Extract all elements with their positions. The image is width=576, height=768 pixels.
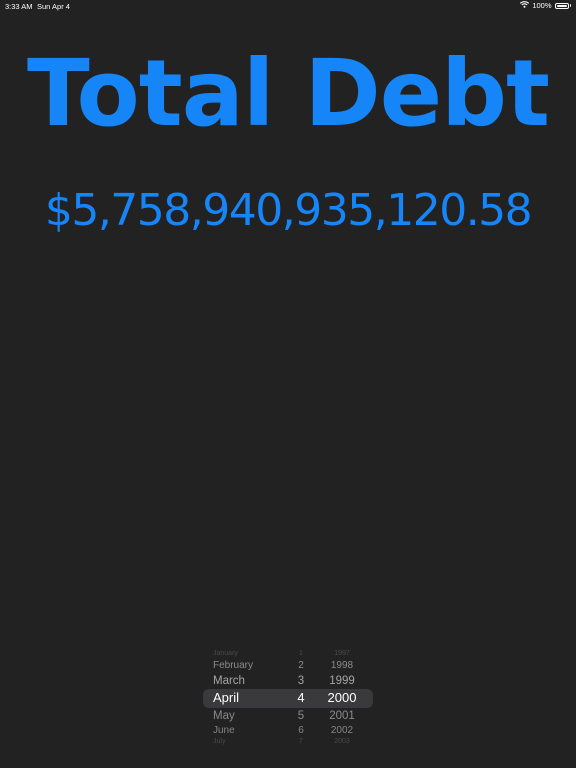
picker-month[interactable]: February xyxy=(213,660,253,672)
picker-day[interactable]: 2 xyxy=(295,660,307,672)
picker-day[interactable]: 6 xyxy=(295,725,307,737)
status-right: 100% xyxy=(520,1,571,10)
picker-year[interactable]: 1998 xyxy=(323,660,361,672)
picker-year[interactable]: 2002 xyxy=(323,725,361,737)
picker-month[interactable]: June xyxy=(213,725,235,737)
battery-icon xyxy=(554,2,569,9)
picker-day[interactable]: 1 xyxy=(295,650,307,658)
wifi-icon xyxy=(520,1,530,10)
picker-row[interactable]: January 1 1997 xyxy=(203,650,373,658)
picker-month[interactable]: January xyxy=(213,650,238,658)
battery-cap xyxy=(569,4,571,7)
picker-day[interactable]: 7 xyxy=(295,738,307,746)
picker-month[interactable]: May xyxy=(213,709,235,723)
page-title: Total Debt xyxy=(27,40,550,147)
picker-row-selected[interactable]: April 4 2000 xyxy=(203,690,373,706)
status-bar: 3:33 AM Sun Apr 4 100% xyxy=(0,0,576,12)
status-time: 3:33 AM xyxy=(5,2,33,11)
date-picker[interactable]: January 1 1997 February 2 1998 March 3 1999 April… xyxy=(203,650,373,746)
picker-row[interactable]: May 5 2001 xyxy=(203,709,373,723)
status-date: Sun Apr 4 xyxy=(37,2,70,11)
picker-row[interactable]: June 6 2002 xyxy=(203,725,373,737)
picker-day[interactable]: 4 xyxy=(295,690,307,706)
picker-year[interactable]: 2003 xyxy=(323,738,361,746)
picker-day[interactable]: 3 xyxy=(295,674,307,688)
picker-year[interactable]: 1997 xyxy=(323,650,361,658)
picker-row[interactable]: March 3 1999 xyxy=(203,674,373,688)
battery-percent: 100% xyxy=(532,1,552,10)
picker-month[interactable]: April xyxy=(213,690,239,706)
battery-level-fill xyxy=(556,4,567,7)
picker-year[interactable]: 2000 xyxy=(323,690,361,706)
picker-row[interactable]: July 7 2003 xyxy=(203,738,373,746)
picker-month[interactable]: March xyxy=(213,674,245,688)
picker-month[interactable]: July xyxy=(213,738,225,746)
picker-day[interactable]: 5 xyxy=(295,709,307,723)
picker-year[interactable]: 1999 xyxy=(323,674,361,688)
picker-year[interactable]: 2001 xyxy=(323,709,361,723)
picker-row[interactable]: February 2 1998 xyxy=(203,660,373,672)
total-debt-amount: $5,758,940,935,120.58 xyxy=(44,185,533,236)
